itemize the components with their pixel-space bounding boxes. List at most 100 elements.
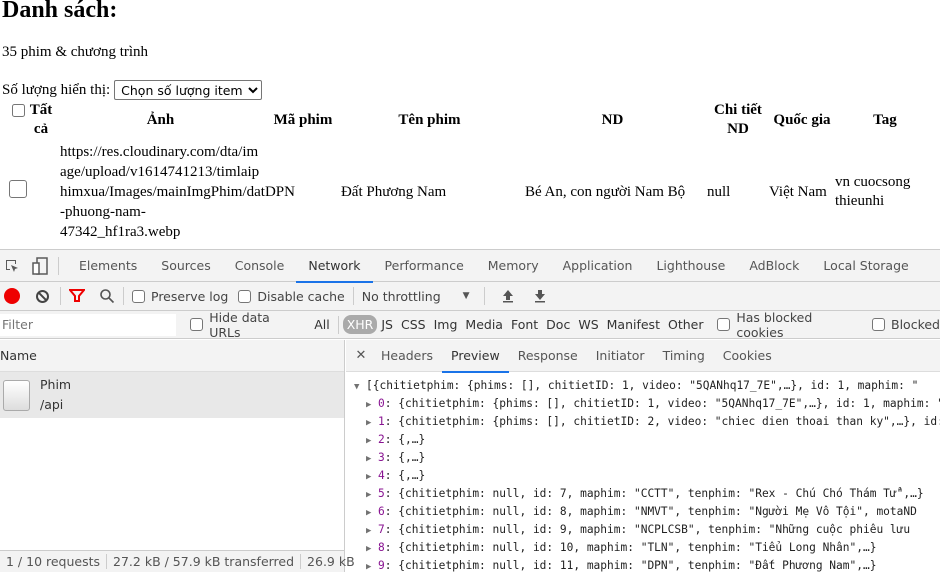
tab-adblock[interactable]: AdBlock [737,250,811,282]
separator [337,315,339,334]
clear-icon[interactable] [32,286,52,306]
json-index: 8 [378,541,385,554]
select-all-label: Tất cả [29,102,53,137]
record-icon[interactable] [4,288,20,304]
device-toolbar-icon[interactable] [30,256,50,276]
separator [352,287,354,305]
json-item[interactable]: ▶ 7: {chitietphim: null, id: 9, maphim: "… [346,521,940,539]
filter-type-other[interactable]: Other [664,317,708,332]
triangle-down-icon[interactable]: ▼ [354,378,366,396]
json-item[interactable]: ▶ 0: {chitietphim: {phims: [], chitietID:… [346,395,940,413]
disable-cache-checkbox[interactable] [238,289,252,303]
has-blocked-cookies-checkbox[interactable] [717,318,731,331]
triangle-right-icon[interactable]: ▶ [366,396,378,414]
chevron-down-icon[interactable]: ▼ [463,291,470,301]
header-image: Ảnh [146,111,175,128]
inspect-element-icon[interactable] [2,256,22,276]
json-value: {chitietphim: null, id: 9, maphim: "NCPL… [398,523,911,536]
row-checkbox[interactable] [9,180,27,198]
tab-lighthouse[interactable]: Lighthouse [644,250,737,282]
request-item[interactable]: Phim /api [0,372,344,418]
file-icon [3,379,30,411]
code-cell: DPN [264,184,295,200]
tab-elements[interactable]: Elements [67,250,149,282]
json-item[interactable]: ▶ 2: {,…} [346,431,940,449]
json-item[interactable]: ▶ 9: {chitietphim: null, id: 11, maphim: … [346,557,940,572]
image-url-line: -phuong-nam- [60,204,146,220]
filter-type-media[interactable]: Media [461,317,507,332]
json-value: {chitietphim: null, id: 10, maphim: "TLN… [398,541,877,554]
filter-type-doc[interactable]: Doc [542,317,574,332]
tab-initiator[interactable]: Initiator [587,340,654,372]
filter-type-js[interactable]: JS [377,317,397,332]
filter-icon[interactable] [69,289,85,303]
tab-local-storage[interactable]: Local Storage [811,250,920,282]
film-count: 35 phim & chương trình [2,44,149,60]
tab-preview[interactable]: Preview [442,340,509,373]
close-icon[interactable]: ✕ [350,348,372,363]
quantity-select[interactable]: Chọn số lượng item [114,80,263,100]
filter-input[interactable] [0,313,177,336]
page-title: Danh sách: [2,0,118,23]
devtools-panel: Elements Sources Console Network Perform… [0,249,940,572]
export-har-icon[interactable] [533,289,547,303]
filter-type-manifest[interactable]: Manifest [603,317,664,332]
json-item[interactable]: ▶ 1: {chitietphim: {phims: [], chitietID:… [346,413,940,431]
json-root[interactable]: ▼ [{chitietphim: {phims: [], chitietID: 1… [346,377,940,395]
throttling-select[interactable]: No throttling [362,289,441,304]
image-url-line: age/upload/v1614741213/timlaip [60,164,260,180]
tab-cookies[interactable]: Cookies [714,340,781,372]
tab-memory[interactable]: Memory [476,250,551,282]
tab-network[interactable]: Network [296,250,373,283]
table-header-row: Tất cả Ảnh Mã phim Tên phim ND Chi tiết … [4,101,935,139]
request-list: Name Phim /api 1 / 10 requests 27.2 kB /… [0,340,355,572]
hide-data-urls-checkbox[interactable] [190,318,204,331]
json-item[interactable]: ▶ 8: {chitietphim: null, id: 10, maphim: … [346,539,940,557]
tag-cell: vn cuocsong thieunhi [834,174,911,209]
separator [123,287,124,305]
triangle-right-icon[interactable]: ▶ [366,450,378,468]
name-column-header[interactable]: Name [0,340,344,372]
json-index: 9 [378,559,385,572]
detail-tabs: ✕ Headers Preview Response Initiator Tim… [346,340,940,373]
blocked-checkbox[interactable] [872,318,885,331]
request-name: Phim [40,377,72,392]
tab-sources[interactable]: Sources [149,250,222,282]
triangle-right-icon[interactable]: ▶ [366,522,378,540]
select-all-checkbox[interactable] [12,104,25,118]
preserve-log-checkbox[interactable] [132,289,145,303]
json-item[interactable]: ▶ 6: {chitietphim: null, id: 8, maphim: "… [346,503,940,521]
tab-application[interactable]: Application [551,250,645,282]
tab-headers[interactable]: Headers [372,340,442,372]
triangle-right-icon[interactable]: ▶ [366,486,378,504]
json-item[interactable]: ▶ 4: {,…} [346,467,940,485]
request-path: /api [40,397,64,412]
json-item[interactable]: ▶ 5: {chitietphim: null, id: 7, maphim: "… [346,485,940,503]
filter-type-img[interactable]: Img [430,317,462,332]
tab-timing[interactable]: Timing [654,340,714,372]
triangle-right-icon[interactable]: ▶ [366,540,378,558]
json-item[interactable]: ▶ 3: {,…} [346,449,940,467]
tab-response[interactable]: Response [509,340,587,372]
network-status-bar: 1 / 10 requests 27.2 kB / 57.9 kB transf… [0,550,355,572]
filter-bar: Hide data URLs All XHR JS CSS Img Media … [0,310,940,340]
content-cell: Bé An, con người Nam Bộ [524,184,686,200]
filter-type-css[interactable]: CSS [397,317,430,332]
tab-console[interactable]: Console [223,250,297,282]
filter-type-ws[interactable]: WS [574,317,602,332]
triangle-right-icon[interactable]: ▶ [366,504,378,522]
triangle-right-icon[interactable]: ▶ [366,468,378,486]
blocked-label: Blocked [891,317,940,332]
search-icon[interactable] [99,288,115,304]
json-index: 1 [378,415,385,428]
quantity-label: Số lượng hiển thị: [2,81,111,98]
import-har-icon[interactable] [501,289,515,303]
triangle-right-icon[interactable]: ▶ [366,414,378,432]
triangle-right-icon[interactable]: ▶ [366,558,378,572]
filter-type-all[interactable]: All [310,317,334,332]
filter-type-xhr[interactable]: XHR [342,315,378,334]
tab-performance[interactable]: Performance [373,250,476,282]
triangle-right-icon[interactable]: ▶ [366,432,378,450]
json-value: {chitietphim: null, id: 11, maphim: "DPN… [398,559,877,572]
filter-type-font[interactable]: Font [507,317,542,332]
